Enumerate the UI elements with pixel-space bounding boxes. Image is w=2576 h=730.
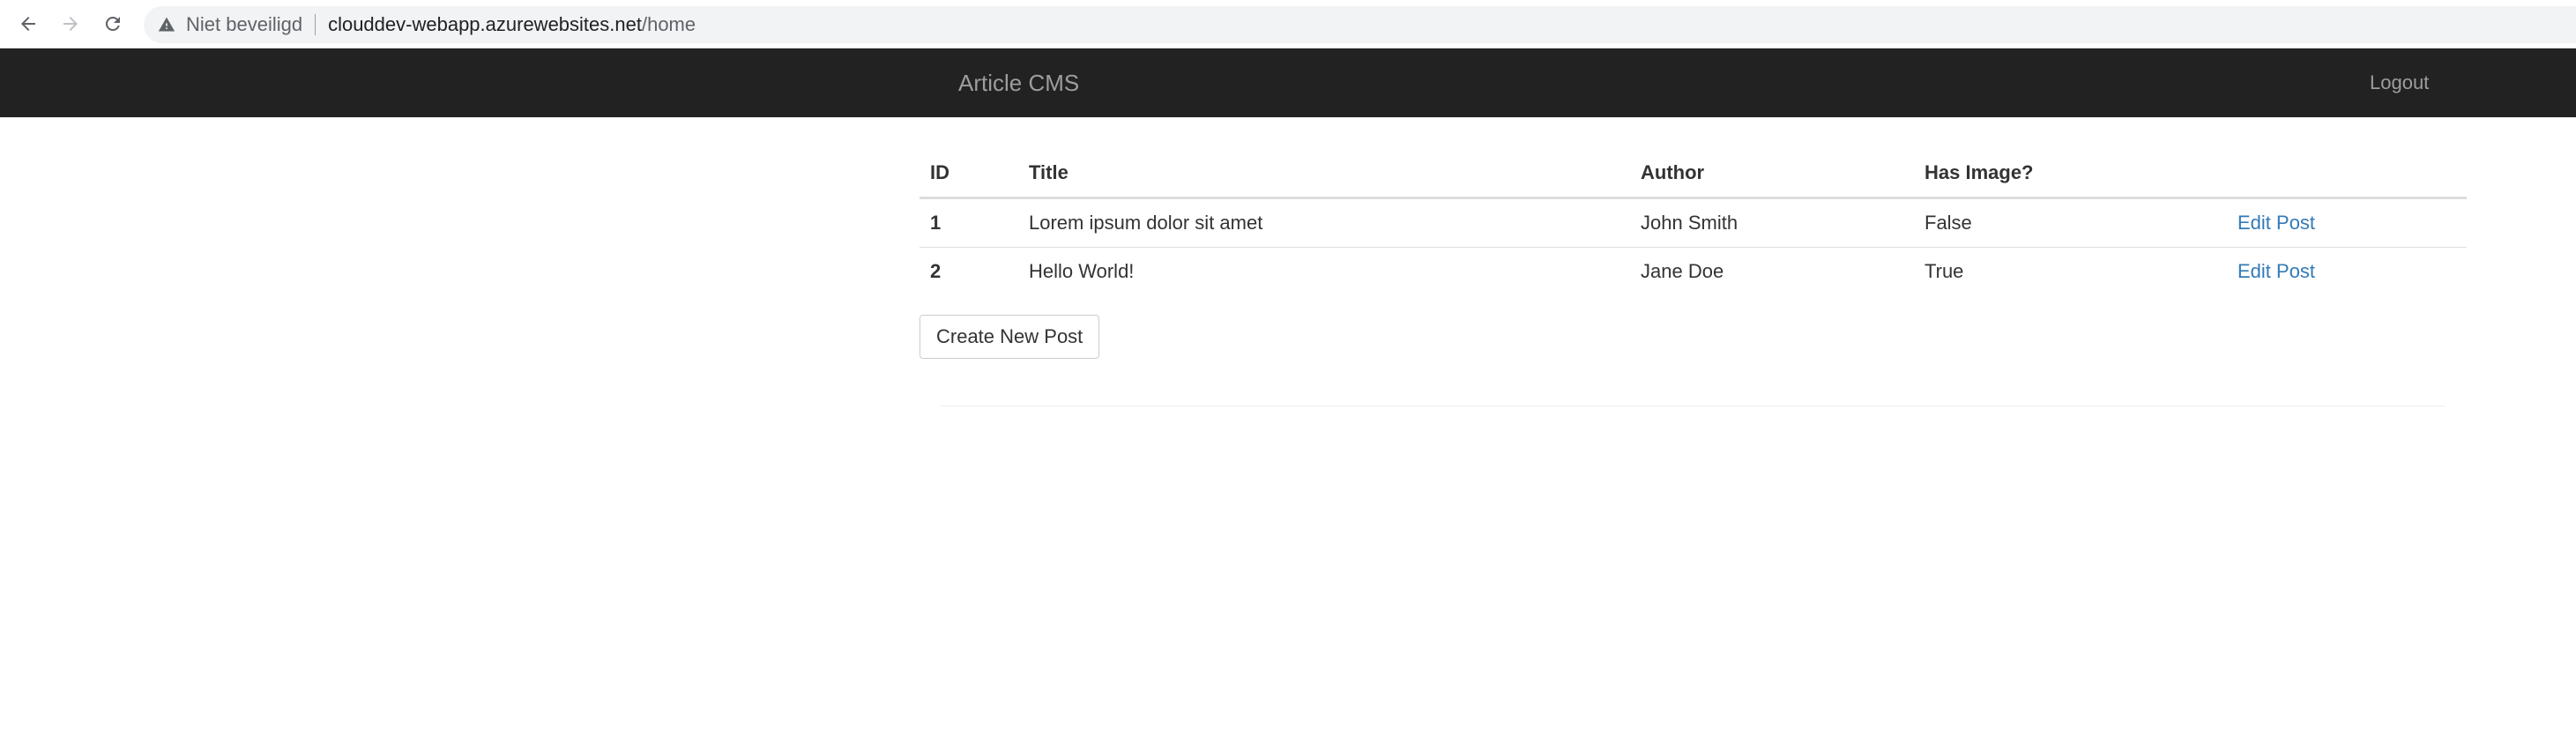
reload-icon[interactable]	[98, 9, 128, 39]
address-separator	[315, 14, 316, 35]
brand-link[interactable]: Article CMS	[958, 48, 1079, 117]
column-header-id: ID	[919, 148, 1018, 199]
logout-link[interactable]: Logout	[2370, 48, 2429, 117]
browser-toolbar: Niet beveiligd clouddev-webapp.azurewebs…	[0, 0, 2576, 48]
post-actions: Edit Post	[2227, 197, 2467, 248]
address-bar[interactable]: Niet beveiligd clouddev-webapp.azurewebs…	[144, 6, 2576, 43]
column-header-actions	[2227, 148, 2467, 199]
url-host: clouddev-webapp.azurewebsites.net	[328, 13, 642, 35]
site-navbar: Article CMS Logout	[0, 48, 2576, 117]
edit-post-link[interactable]: Edit Post	[2237, 212, 2315, 234]
edit-post-link[interactable]: Edit Post	[2237, 260, 2315, 282]
security-status[interactable]: Niet beveiligd	[186, 13, 302, 36]
main-content: ID Title Author Has Image? 1 Lorem ipsum…	[919, 148, 2467, 359]
post-title: Hello World!	[1029, 260, 1135, 282]
post-author: John Smith	[1630, 197, 1914, 248]
post-title: Lorem ipsum dolor sit amet	[1018, 197, 1630, 248]
back-arrow-icon[interactable]	[13, 9, 43, 39]
post-actions: Edit Post	[2227, 248, 2467, 296]
forward-arrow-icon[interactable]	[56, 9, 86, 39]
column-header-has-image: Has Image?	[1914, 148, 2227, 199]
column-header-title: Title	[1018, 148, 1630, 199]
table-row: 1 Lorem ipsum dolor sit amet John Smith …	[919, 197, 2467, 248]
warning-triangle-icon	[158, 16, 175, 34]
table-row: 2 Hello World! Jane Doe True Edit Post	[919, 248, 2467, 296]
column-header-author: Author	[1630, 148, 1914, 199]
post-has-image: True	[1925, 260, 1964, 282]
post-id: 2	[930, 260, 942, 282]
post-has-image: False	[1914, 197, 2227, 248]
post-id: 1	[919, 197, 1018, 248]
create-new-post-button[interactable]: Create New Post	[919, 315, 1100, 359]
table-header-row: ID Title Author Has Image?	[919, 148, 2467, 199]
posts-table: ID Title Author Has Image? 1 Lorem ipsum…	[919, 148, 2467, 295]
post-author: Jane Doe	[1641, 260, 1724, 282]
url-path: /home	[641, 13, 696, 35]
